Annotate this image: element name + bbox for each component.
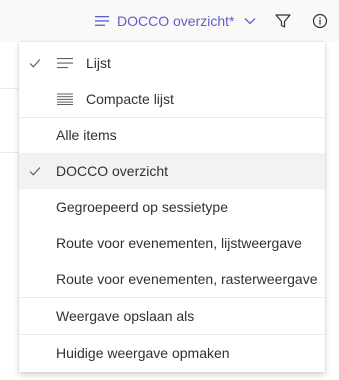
menu-item-label: Weergave opslaan als	[56, 308, 195, 324]
menu-item-label: Gegroepeerd op sessietype	[56, 199, 228, 215]
menu-item-route-lijstweergave[interactable]: Route voor evenementen, lijstweergave	[19, 225, 325, 261]
background-divider	[0, 152, 18, 153]
menu-item-label: Alle items	[56, 127, 117, 143]
menu-item-label: Compacte lijst	[86, 91, 174, 107]
menu-item-label: Huidige weergave opmaken	[56, 345, 230, 361]
menu-item-label: Route voor evenementen, lijstweergave	[56, 235, 302, 251]
menu-item-docco-overzicht[interactable]: DOCCO overzicht	[19, 153, 325, 189]
current-view-label: DOCCO overzicht*	[117, 13, 235, 29]
list-icon	[57, 58, 73, 69]
chevron-down-icon	[245, 18, 256, 25]
menu-item-alle-items[interactable]: Alle items	[19, 117, 325, 153]
menu-item-gegroepeerd-op-sessietype[interactable]: Gegroepeerd op sessietype	[19, 189, 325, 225]
view-switcher-button[interactable]: DOCCO overzicht*	[95, 10, 256, 32]
view-menu: Lijst Compacte lijst Alle items DOCCO ov…	[19, 42, 325, 372]
menu-item-weergave-opslaan-als[interactable]: Weergave opslaan als	[19, 298, 325, 334]
menu-item-label: Route voor evenementen, rasterweergave	[56, 271, 318, 287]
menu-item-label: DOCCO overzicht	[56, 163, 169, 179]
command-bar: DOCCO overzicht*	[0, 0, 339, 42]
menu-item-route-rasterweergave[interactable]: Route voor evenementen, rasterweergave	[19, 261, 325, 297]
menu-item-compacte-lijst[interactable]: Compacte lijst	[19, 81, 325, 117]
list-lines-icon	[95, 16, 109, 26]
checkmark-icon	[29, 59, 41, 68]
compact-list-icon	[57, 93, 73, 105]
menu-item-lijst[interactable]: Lijst	[19, 45, 325, 81]
info-icon[interactable]	[311, 12, 329, 30]
filter-icon[interactable]	[274, 12, 292, 30]
menu-item-huidige-weergave-opmaken[interactable]: Huidige weergave opmaken	[19, 335, 325, 371]
background-divider	[0, 88, 18, 89]
checkmark-icon	[29, 167, 41, 176]
menu-item-label: Lijst	[86, 55, 111, 71]
